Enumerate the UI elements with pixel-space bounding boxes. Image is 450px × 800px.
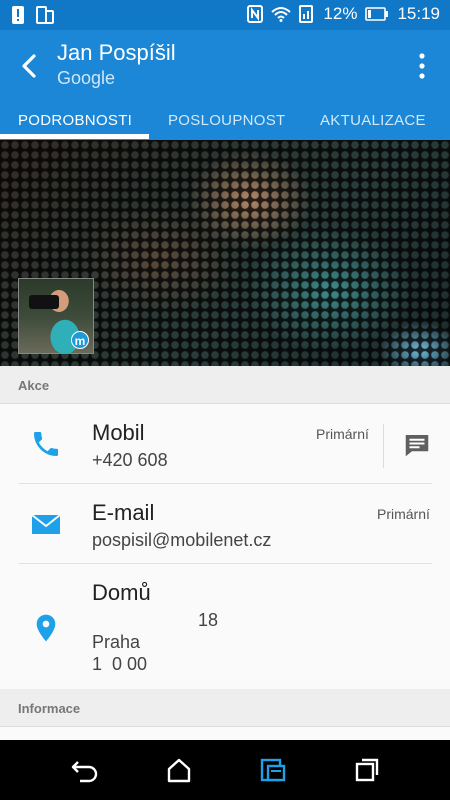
wifi-icon — [271, 6, 292, 22]
email-address: pospisil@mobilenet.cz — [92, 530, 272, 550]
contact-account: Google — [57, 68, 116, 88]
blinkfeed-icon[interactable] — [258, 756, 288, 784]
camera-shape — [29, 295, 59, 309]
section-title: Akce — [18, 378, 50, 393]
address-street-number: 18 — [198, 610, 219, 630]
clock: 15:19 — [397, 4, 440, 23]
section-header-actions: Akce — [0, 366, 450, 404]
divider — [383, 424, 384, 468]
battery-percent: 12% — [323, 4, 358, 23]
address-postcode: 1 0 00 — [92, 654, 148, 674]
tab-posloupnost[interactable]: POSLOUPNOST — [168, 112, 286, 129]
row-title: E-mail — [92, 500, 155, 525]
row-title: Domů — [92, 580, 151, 605]
tab-podrobnosti[interactable]: PODROBNOSTI — [18, 112, 132, 129]
back-arrow-icon[interactable] — [14, 48, 46, 84]
contact-row-mobile[interactable]: Mobil +420 608 Primární — [0, 404, 450, 484]
status-bar: 12% 15:19 — [0, 0, 450, 30]
recents-icon[interactable] — [352, 756, 382, 784]
app-bar: Jan Pospíšil Google — [0, 30, 450, 102]
nfc-icon — [247, 5, 264, 23]
section-title: Informace — [18, 701, 81, 716]
battery-icon — [365, 7, 389, 21]
contact-name: Jan Pospíšil — [57, 40, 176, 65]
section-header-info: Informace — [0, 689, 450, 727]
tab-aktualizace[interactable]: AKTUALIZACE — [320, 112, 426, 129]
phone-icon[interactable] — [30, 428, 62, 460]
cover-photo: m — [0, 140, 450, 366]
sim-icon — [36, 6, 54, 24]
alert-icon — [12, 6, 24, 24]
message-icon[interactable] — [402, 430, 432, 460]
signal-icon — [299, 5, 315, 23]
back-icon[interactable] — [70, 756, 100, 784]
primary-badge: Primární — [377, 506, 430, 522]
location-pin-icon[interactable] — [30, 612, 62, 644]
more-vert-icon[interactable] — [414, 48, 430, 84]
phone-number: +420 608 — [92, 450, 168, 470]
mail-icon[interactable] — [30, 508, 62, 540]
home-icon[interactable] — [164, 756, 194, 784]
navigation-bar — [0, 740, 450, 800]
row-title: Mobil — [92, 420, 145, 445]
avatar[interactable]: m — [18, 278, 94, 354]
tab-indicator — [0, 134, 149, 139]
address-city: Praha — [92, 632, 141, 652]
primary-badge: Primární — [316, 426, 369, 442]
account-badge-icon: m — [71, 331, 89, 349]
contact-row-home[interactable]: Domů 18 Praha 1 0 00 — [0, 564, 450, 689]
contact-row-email[interactable]: E-mail pospisil@mobilenet.cz Primární — [0, 484, 450, 564]
